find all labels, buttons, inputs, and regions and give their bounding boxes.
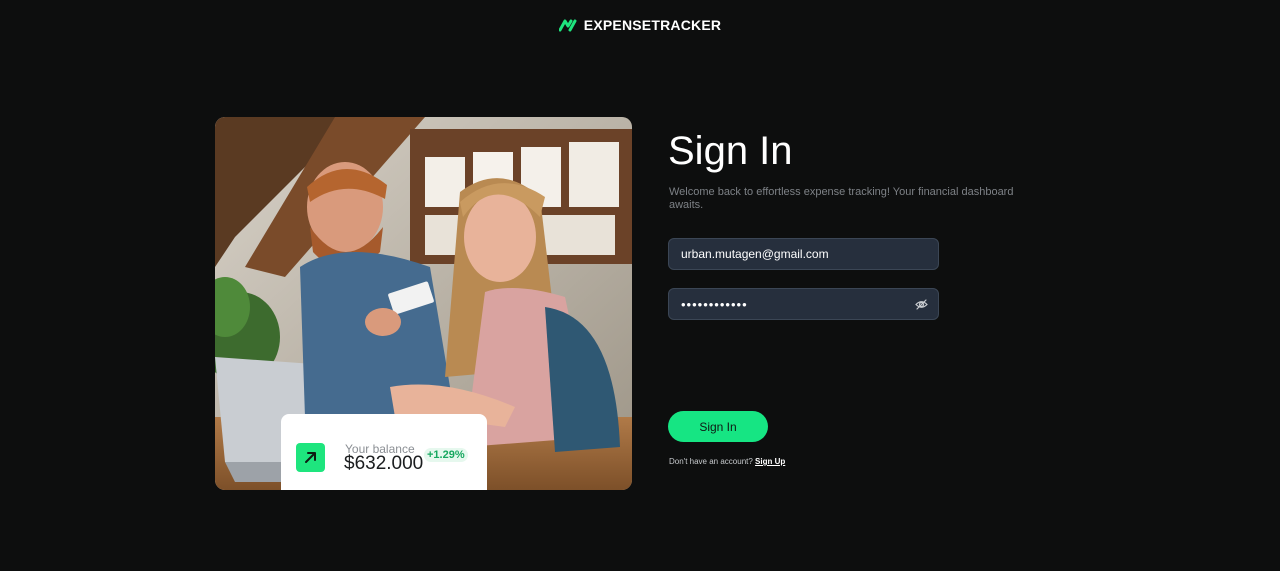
page-title: Sign In xyxy=(668,129,793,173)
password-input[interactable] xyxy=(681,289,911,319)
eye-off-icon[interactable] xyxy=(915,298,928,311)
hero-photo-card: Your balance $632.000 +1.29% xyxy=(215,117,632,490)
brand-logo[interactable]: EXPENSETRACKER xyxy=(0,17,1280,33)
password-field[interactable] xyxy=(668,288,939,320)
signup-prompt-text: Don't have an account? xyxy=(669,457,753,466)
balance-card: Your balance $632.000 +1.29% xyxy=(281,414,487,490)
brand-name: EXPENSETRACKER xyxy=(583,17,722,33)
email-input[interactable] xyxy=(681,239,911,269)
sign-in-page: EXPENSETRACKER Your balance $632.000 +1.… xyxy=(0,0,1280,571)
balance-change-badge: +1.29% xyxy=(424,448,468,462)
email-field[interactable] xyxy=(668,238,939,270)
sign-up-link[interactable]: Sign Up xyxy=(755,457,785,466)
signup-prompt-row: Don't have an account? Sign Up xyxy=(669,457,785,466)
arrow-up-right-icon xyxy=(296,443,325,472)
sign-in-button[interactable]: Sign In xyxy=(668,411,768,442)
balance-value: $632.000 xyxy=(344,453,424,474)
logo-icon xyxy=(558,19,577,31)
page-subtitle: Welcome back to effortless expense track… xyxy=(669,186,1014,211)
